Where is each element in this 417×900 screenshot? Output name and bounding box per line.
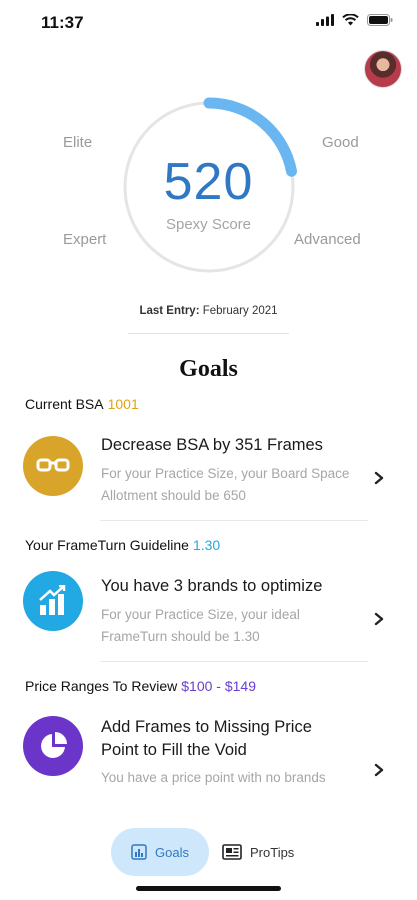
section-heading-price-ranges: Price Ranges To Review $100 - $149 — [25, 678, 256, 694]
last-entry-label: Last Entry: — [139, 305, 200, 317]
status-icons — [316, 14, 393, 26]
divider — [128, 333, 289, 334]
level-expert: Expert — [63, 231, 107, 248]
last-entry: Last Entry: February 2021 — [0, 305, 417, 317]
section-heading-label: Current BSA — [25, 396, 104, 412]
chart-icon — [131, 844, 147, 860]
battery-icon — [367, 14, 393, 26]
tab-label: ProTips — [250, 844, 295, 860]
level-advanced: Advanced — [294, 231, 361, 248]
level-elite: Elite — [63, 134, 93, 151]
section-heading-label: Your FrameTurn Guideline — [25, 537, 189, 553]
status-time: 11:37 — [41, 13, 84, 32]
chevron-right-icon — [374, 612, 384, 626]
tab-bar: Goals ProTips — [0, 820, 417, 900]
chevron-right-icon — [374, 763, 384, 777]
status-bar: 11:37 — [0, 0, 417, 48]
goal-title: You have 3 brands to optimize — [101, 577, 323, 595]
home-indicator — [136, 886, 281, 891]
divider — [100, 520, 368, 521]
profile-avatar[interactable] — [364, 50, 402, 88]
tab-goals[interactable]: Goals — [111, 828, 209, 876]
divider — [100, 661, 368, 662]
goal-title: Add Frames to Missing Price Point to Fil… — [101, 718, 312, 759]
tab-label: Goals — [155, 844, 189, 860]
section-heading-frameturn: Your FrameTurn Guideline 1.30 — [25, 537, 220, 553]
section-heading-value: 1.30 — [192, 537, 221, 553]
bar-chart-icon — [23, 571, 83, 631]
section-heading-value: $100 - $149 — [181, 678, 256, 694]
score-gauge: 520 Spexy Score Elite Good Expert Advanc… — [0, 90, 417, 290]
level-good: Good — [322, 134, 359, 151]
newspaper-icon — [222, 844, 242, 860]
goal-description: For your Practice Size, your ideal Frame… — [101, 607, 300, 644]
goal-card-price-ranges[interactable]: Add Frames to Missing Price Point to Fil… — [0, 713, 417, 808]
section-heading-value: 1001 — [107, 396, 139, 412]
goals-title: Goals — [179, 356, 238, 382]
wifi-icon — [342, 14, 359, 26]
goal-description: For your Practice Size, your Board Space… — [101, 466, 350, 503]
goal-description: You have a price point with no brands — [101, 770, 326, 785]
last-entry-value: February 2021 — [202, 305, 278, 317]
score-value: 520 — [163, 153, 254, 211]
chevron-right-icon — [374, 471, 384, 485]
section-heading-label: Price Ranges To Review — [25, 678, 178, 694]
glasses-icon — [23, 436, 83, 496]
signal-icon — [316, 14, 334, 26]
goal-title: Decrease BSA by 351 Frames — [101, 436, 323, 454]
section-heading-bsa: Current BSA 1001 — [25, 396, 139, 412]
pie-chart-icon — [23, 716, 83, 776]
tab-protips[interactable]: ProTips — [220, 828, 310, 876]
goal-card-bsa[interactable]: Decrease BSA by 351 Frames For your Prac… — [0, 430, 417, 520]
goal-card-frameturn[interactable]: You have 3 brands to optimize For your P… — [0, 571, 417, 661]
